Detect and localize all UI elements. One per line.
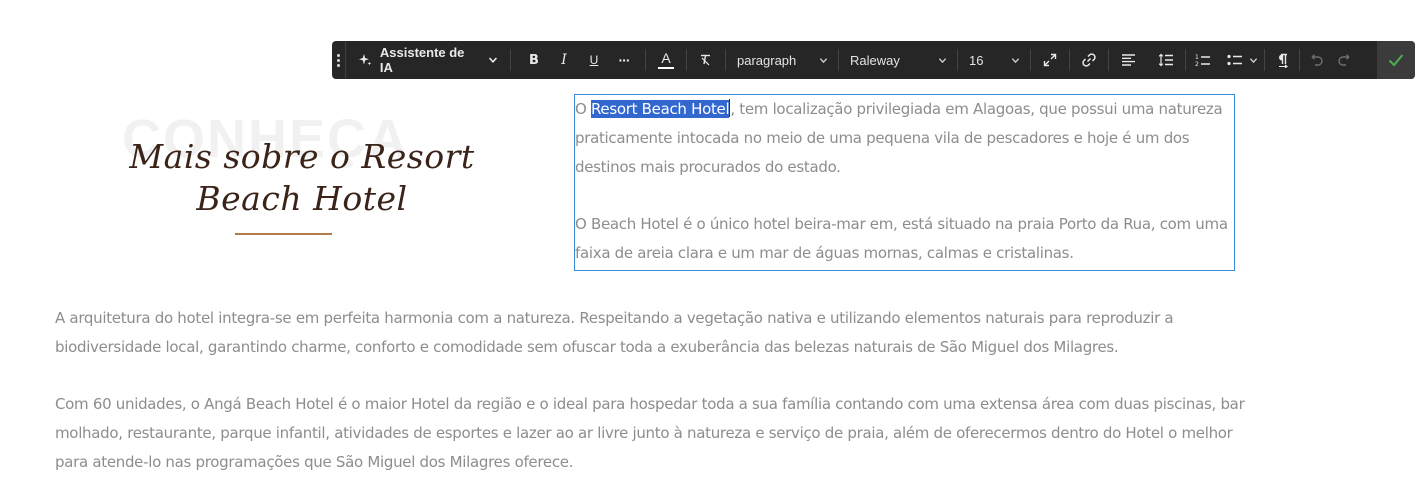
bullet-list-icon: [1226, 54, 1242, 66]
fullscreen-button[interactable]: [1031, 41, 1069, 79]
sparkle-icon: [358, 54, 372, 66]
clear-format-icon: [701, 54, 710, 66]
script-heading-line-1: Mais sobre o Resort: [129, 137, 475, 176]
link-icon: [1082, 53, 1096, 67]
ordered-list-button[interactable]: 1 2: [1186, 41, 1220, 79]
check-icon: [1388, 54, 1404, 67]
line-height-icon: [1158, 53, 1173, 67]
italic-button[interactable]: I: [549, 41, 579, 79]
chevron-down-icon: [819, 57, 828, 63]
toolbar-divider: [510, 49, 511, 71]
align-left-icon: [1121, 54, 1135, 66]
undo-button[interactable]: [1300, 41, 1330, 79]
redo-icon: [1337, 54, 1349, 66]
ordered-list-icon: 1 2: [1195, 54, 1210, 67]
paragraph-mark-button[interactable]: [1265, 41, 1299, 79]
architecture-paragraph: A arquitetura do hotel integra-se em per…: [55, 309, 1174, 356]
confirm-button[interactable]: [1377, 41, 1415, 79]
text-color-button[interactable]: A: [646, 41, 686, 79]
drag-handle-icon[interactable]: [332, 41, 346, 79]
beach-paragraph[interactable]: O Beach Hotel é o único hotel beira-mar …: [575, 210, 1240, 268]
block-format-value: paragraph: [737, 52, 797, 68]
redo-button[interactable]: [1330, 41, 1360, 79]
chevron-down-icon: [1249, 57, 1257, 63]
svg-text:1: 1: [1195, 54, 1199, 61]
underline-button[interactable]: U: [579, 41, 609, 79]
selected-text[interactable]: Resort Beach Hotel: [590, 100, 730, 118]
text-color-icon: A: [661, 50, 671, 66]
font-size-value: 16: [969, 52, 984, 68]
font-family-select[interactable]: Raleway: [839, 41, 957, 79]
font-family-value: Raleway: [850, 52, 900, 68]
ai-assistant-label: Assistente de IA: [379, 45, 465, 75]
align-left-button[interactable]: [1109, 41, 1147, 79]
more-formatting-button[interactable]: ···: [609, 41, 639, 79]
chevron-down-icon: [488, 57, 498, 63]
intro-paragraph-start: O: [575, 100, 591, 118]
heading-underline: [235, 233, 332, 235]
bullet-list-button[interactable]: [1220, 41, 1264, 79]
chevron-down-icon: [938, 57, 947, 63]
expand-icon: [1043, 53, 1057, 67]
block-format-select[interactable]: paragraph: [726, 41, 838, 79]
intro-paragraph[interactable]: O Resort Beach Hotel, tem localização pr…: [575, 95, 1240, 182]
paragraph-mark-icon: [1279, 53, 1288, 68]
insert-link-button[interactable]: [1070, 41, 1108, 79]
line-height-button[interactable]: [1147, 41, 1185, 79]
svg-text:2: 2: [1195, 61, 1199, 67]
ai-assistant-button[interactable]: Assistente de IA: [346, 41, 510, 79]
undo-icon: [1311, 54, 1323, 66]
script-heading-line-2: Beach Hotel: [196, 179, 408, 218]
font-size-select[interactable]: 16: [958, 41, 1030, 79]
clear-format-button[interactable]: [687, 41, 725, 79]
rich-text-toolbar: Assistente de IA B I U ··· A paragraph R…: [332, 41, 1415, 79]
script-heading: Mais sobre o Resort Beach Hotel: [112, 136, 492, 220]
units-paragraph: Com 60 unidades, o Angá Beach Hotel é o …: [55, 395, 1245, 471]
bold-button[interactable]: B: [519, 41, 549, 79]
chevron-down-icon: [1011, 57, 1020, 63]
